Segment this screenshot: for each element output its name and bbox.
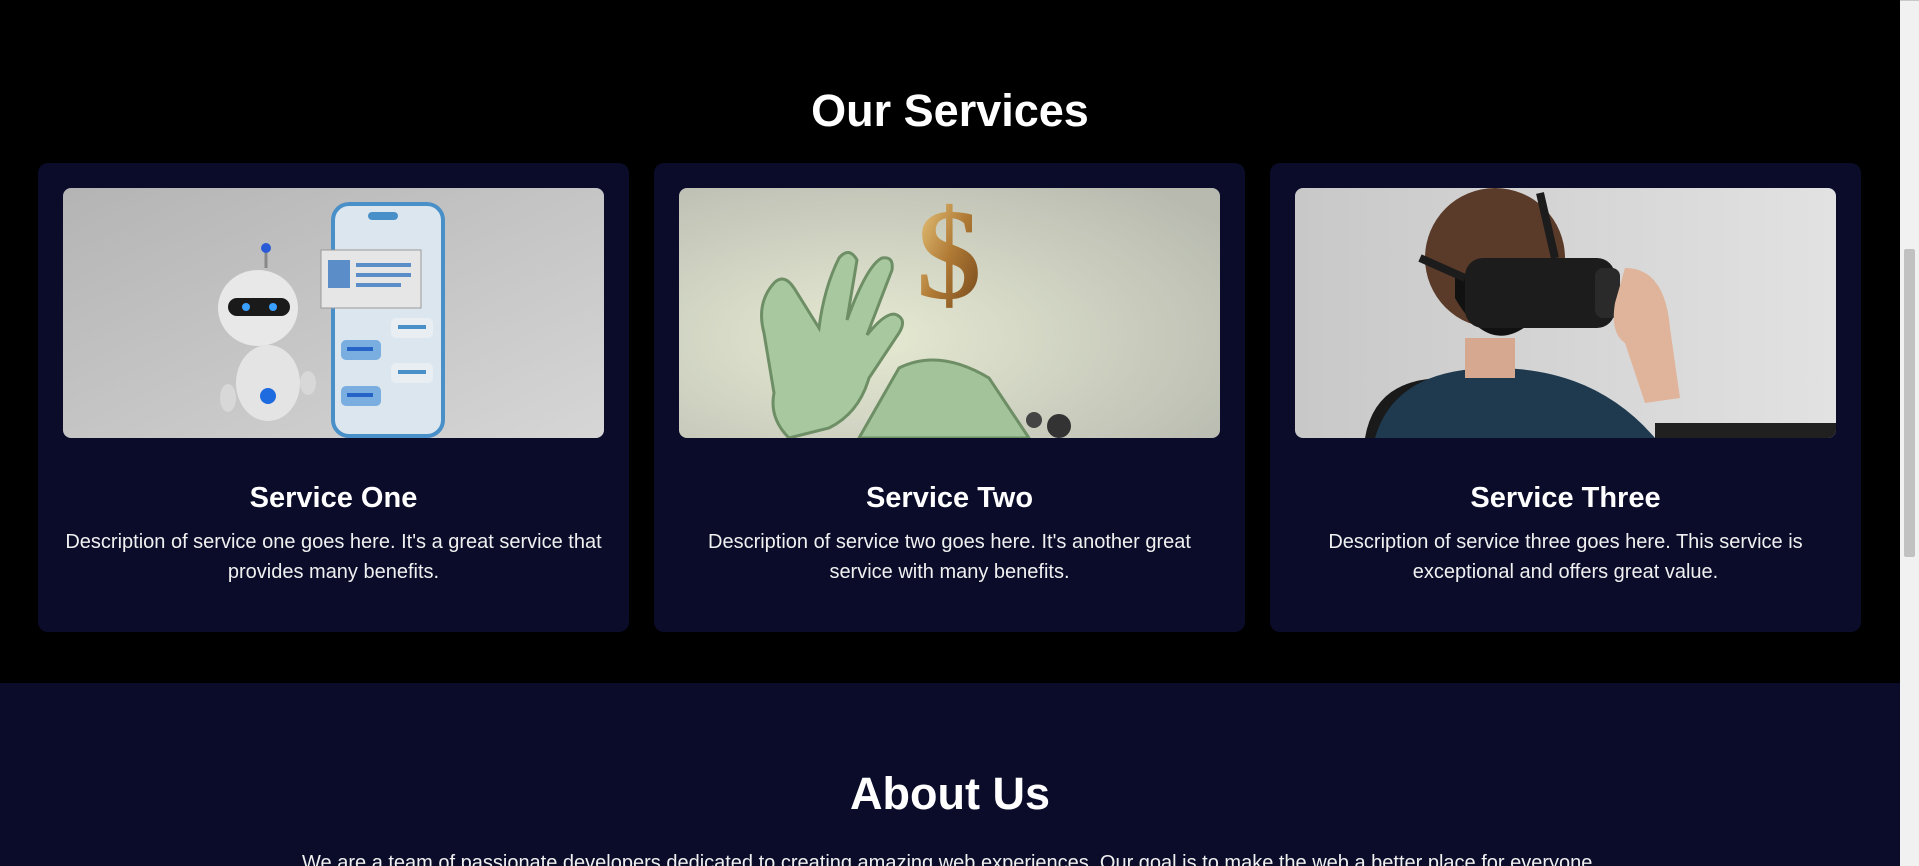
vertical-scrollbar[interactable] — [1900, 1, 1919, 866]
service-three-description: Description of service three goes here. … — [1328, 531, 1803, 583]
service-two-description: Description of service two goes here. It… — [708, 531, 1191, 583]
page: Our Services Service One Description of … — [0, 0, 1900, 866]
service-card-three: Service Three Description of service thr… — [1270, 163, 1861, 632]
service-three-image — [1295, 188, 1836, 438]
vr-headset-person-image — [1295, 188, 1836, 438]
about-section: About Us We are a team of passionate dev… — [0, 683, 1900, 866]
services-section: Our Services Service One Description of … — [0, 0, 1900, 683]
svg-text:$: $ — [917, 188, 982, 327]
robot-chatbot-image — [63, 188, 604, 438]
service-card-one: Service One Description of service one g… — [38, 163, 629, 632]
services-title: Our Services — [811, 85, 1089, 136]
scrollbar-thumb[interactable] — [1904, 249, 1915, 557]
about-title: About Us — [850, 768, 1050, 819]
robot-hand-dollar-image: $ — [679, 188, 1220, 438]
service-one-title: Service One — [249, 482, 418, 514]
service-two-title: Service Two — [865, 482, 1034, 514]
service-one-image — [63, 188, 604, 438]
service-card-two: $ Service Two Description of service two… — [654, 163, 1245, 632]
service-three-title: Service Three — [1470, 482, 1661, 514]
service-two-image: $ — [679, 188, 1220, 438]
about-text: We are a team of passionate developers d… — [302, 852, 1598, 866]
service-one-description: Description of service one goes here. It… — [65, 531, 602, 583]
